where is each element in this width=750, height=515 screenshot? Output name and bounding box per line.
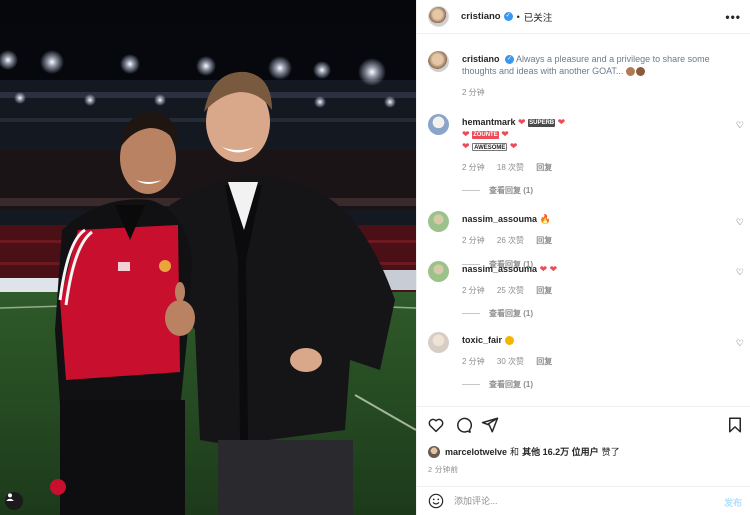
heart-emoji-icon: ❤ xyxy=(518,117,526,127)
view-replies-button[interactable]: 查看回复 (1) xyxy=(462,185,533,196)
emoji-icon[interactable] xyxy=(428,493,444,509)
caption-time: 2 分钟 xyxy=(462,88,485,97)
view-replies-button[interactable]: 查看回复 (1) xyxy=(462,308,533,319)
comment-like-icon[interactable]: ♡ xyxy=(736,217,744,228)
post-modal: cristiano ✓ • 已关注 ••• cristiano ✓ Always… xyxy=(0,0,750,515)
comment-time: 2 分钟 xyxy=(462,163,485,172)
face-emoji-icon xyxy=(625,66,645,77)
comment-text-emoji: AWESOME xyxy=(472,142,508,151)
post-timestamp: 2 分钟前 xyxy=(428,465,459,474)
post-photo[interactable] xyxy=(0,0,416,515)
heart-emoji-icon: ❤ xyxy=(501,129,509,139)
verified-icon: ✓ xyxy=(503,12,513,21)
post-comment-button[interactable]: 发布 xyxy=(724,496,742,509)
post-actions: marcelotwelve 和 其他 16.2万 位用户 赞了 2 分钟前 xyxy=(417,406,750,490)
comment-avatar[interactable] xyxy=(428,114,449,135)
heart-emoji-icon: ❤ xyxy=(557,117,566,127)
caption-meta: 2 分钟 xyxy=(462,87,495,98)
comment-likes[interactable]: 30 次赞 xyxy=(497,357,524,366)
verified-icon: ✓ xyxy=(505,55,515,65)
user-tag-icon[interactable] xyxy=(5,492,23,510)
comment-likes[interactable]: 25 次赞 xyxy=(497,286,524,295)
comment-icon[interactable] xyxy=(454,416,472,434)
comment-avatar[interactable] xyxy=(428,211,449,232)
comment-username[interactable]: toxic_fair xyxy=(462,335,502,345)
heart-emoji-icon: ❤ ❤ xyxy=(539,264,558,274)
caption-avatar[interactable] xyxy=(428,51,449,72)
add-comment-bar: 发布 xyxy=(417,486,750,515)
comment-time: 2 分钟 xyxy=(462,236,485,245)
heart-emoji-icon: ❤ xyxy=(462,141,470,151)
caption-text: Always a pleasure and a privilege to sha… xyxy=(462,54,710,76)
post-header: cristiano ✓ • 已关注 ••• xyxy=(417,0,750,34)
reply-button[interactable]: 回复 xyxy=(536,357,552,366)
star-struck-emoji-icon xyxy=(504,336,514,346)
comment-input[interactable] xyxy=(454,496,694,506)
heart-emoji-icon: ❤ xyxy=(462,129,470,139)
reply-button[interactable]: 回复 xyxy=(536,236,552,245)
heart-icon[interactable] xyxy=(427,416,445,434)
reply-button[interactable]: 回复 xyxy=(536,163,552,172)
comment-like-icon[interactable]: ♡ xyxy=(736,338,744,349)
post-details-panel: cristiano ✓ • 已关注 ••• cristiano ✓ Always… xyxy=(416,0,750,515)
follow-status-button[interactable]: 已关注 xyxy=(524,10,553,24)
comment-meta: 2 分钟 30 次赞 回复 xyxy=(462,356,562,367)
comment-avatar[interactable] xyxy=(428,332,449,353)
comment-likes[interactable]: 26 次赞 xyxy=(497,236,524,245)
liker-avatar[interactable] xyxy=(428,445,440,458)
fire-emoji-icon: 🔥 xyxy=(539,214,551,224)
comment-text-emoji: ZOUNTE xyxy=(472,130,499,139)
likes-suffix: 赞了 xyxy=(601,447,620,457)
header-separator: • xyxy=(516,11,520,22)
comment-username[interactable]: nassim_assouma xyxy=(462,214,537,224)
caption-username[interactable]: cristiano xyxy=(462,54,500,64)
comment-meta: 2 分钟 25 次赞 回复 xyxy=(462,285,562,296)
author-username[interactable]: cristiano xyxy=(461,11,501,22)
author-avatar[interactable] xyxy=(428,6,449,27)
heart-emoji-icon: ❤ xyxy=(509,141,518,151)
comment-username[interactable]: nassim_assouma xyxy=(462,264,537,274)
comment-likes[interactable]: 18 次赞 xyxy=(497,163,524,172)
comment-time: 2 分钟 xyxy=(462,286,485,295)
likes-count[interactable]: 其他 16.2万 位用户 xyxy=(522,445,599,458)
comment-time: 2 分钟 xyxy=(462,357,485,366)
bookmark-icon[interactable] xyxy=(726,416,744,434)
stadium-photo-illustration xyxy=(0,0,416,515)
reply-button[interactable]: 回复 xyxy=(536,286,552,295)
comment-meta: 2 分钟 18 次赞 回复 xyxy=(462,162,562,173)
likes-connector: 和 xyxy=(510,447,520,457)
more-icon[interactable]: ••• xyxy=(725,10,741,24)
comment-avatar[interactable] xyxy=(428,261,449,282)
share-icon[interactable] xyxy=(481,416,499,434)
comment-username[interactable]: hemantmark xyxy=(462,117,516,127)
likes-summary: marcelotwelve 和 其他 16.2万 位用户 赞了 xyxy=(428,445,620,458)
comment-text-emoji: SUPERB xyxy=(528,118,556,127)
liker-username[interactable]: marcelotwelve xyxy=(445,447,507,457)
comment-meta: 2 分钟 26 次赞 回复 xyxy=(462,235,562,246)
view-replies-button[interactable]: 查看回复 (1) xyxy=(462,379,533,390)
comment-like-icon[interactable]: ♡ xyxy=(736,120,744,131)
comments-list[interactable]: cristiano ✓ Always a pleasure and a priv… xyxy=(417,34,750,406)
comment-like-icon[interactable]: ♡ xyxy=(736,267,744,278)
